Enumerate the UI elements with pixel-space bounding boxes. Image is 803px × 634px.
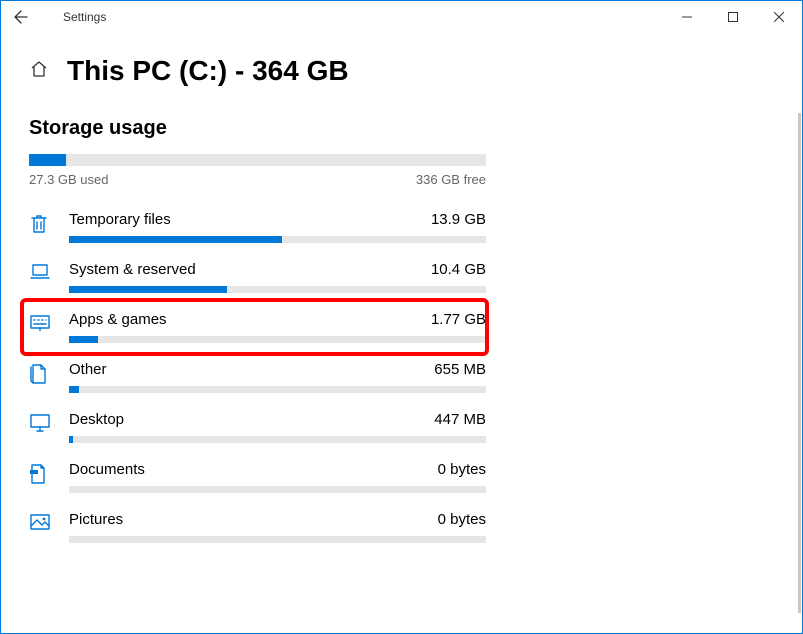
free-label: 336 GB free [416,172,486,187]
used-label: 27.3 GB used [29,172,109,187]
laptop-icon [29,261,69,281]
category-bar [69,536,486,543]
close-icon [774,12,784,22]
storage-category-documents[interactable]: Documents 0 bytes [29,453,486,503]
category-bar [69,486,486,493]
scrollbar[interactable] [798,113,801,613]
picture-icon [29,511,69,531]
category-bar [69,436,486,443]
category-bar [69,386,486,393]
category-bar-fill [69,236,282,243]
category-bar [69,236,486,243]
category-bar-fill [69,286,227,293]
file-icon [29,361,69,385]
overall-usage-bar [29,154,486,166]
document-icon [29,461,69,485]
minimize-icon [682,12,692,22]
overall-usage-fill [29,154,66,166]
category-size: 0 bytes [438,461,486,478]
storage-category-temporary-files[interactable]: Temporary files 13.9 GB [29,203,486,253]
category-name: Pictures [69,511,123,528]
storage-category-pictures[interactable]: Pictures 0 bytes [29,503,486,553]
category-name: Documents [69,461,145,478]
storage-content: Storage usage 27.3 GB used 336 GB free T… [1,87,486,553]
back-button[interactable] [13,9,45,25]
close-button[interactable] [756,1,802,33]
keyboard-icon [29,311,69,331]
trash-icon [29,211,69,235]
storage-category-system-reserved[interactable]: System & reserved 10.4 GB [29,253,486,303]
category-name: Desktop [69,411,124,428]
home-icon[interactable] [29,59,49,84]
storage-category-desktop[interactable]: Desktop 447 MB [29,403,486,453]
maximize-icon [728,12,738,22]
back-arrow-icon [13,9,29,25]
window-controls [664,1,802,33]
category-bar-fill [69,336,98,343]
page-header: This PC (C:) - 364 GB [1,33,802,87]
storage-category-other[interactable]: Other 655 MB [29,353,486,403]
category-bar-fill [69,436,73,443]
category-name: Temporary files [69,211,171,228]
overall-usage-labels: 27.3 GB used 336 GB free [29,172,486,187]
minimize-button[interactable] [664,1,710,33]
storage-category-apps-games[interactable]: Apps & games 1.77 GB [29,303,486,353]
monitor-icon [29,411,69,433]
section-title: Storage usage [29,117,486,140]
app-title: Settings [63,10,106,24]
maximize-button[interactable] [710,1,756,33]
category-size: 10.4 GB [431,261,486,278]
page-title: This PC (C:) - 364 GB [67,55,349,87]
category-name: System & reserved [69,261,196,278]
category-bar-fill [69,386,79,393]
titlebar: Settings [1,1,802,33]
category-name: Other [69,361,107,378]
category-bar [69,286,486,293]
category-bar [69,336,486,343]
category-name: Apps & games [69,311,167,328]
category-size: 0 bytes [438,511,486,528]
category-size: 1.77 GB [431,311,486,328]
category-size: 447 MB [434,411,486,428]
category-size: 13.9 GB [431,211,486,228]
category-size: 655 MB [434,361,486,378]
category-list: Temporary files 13.9 GB System & reserved 1… [29,203,486,553]
